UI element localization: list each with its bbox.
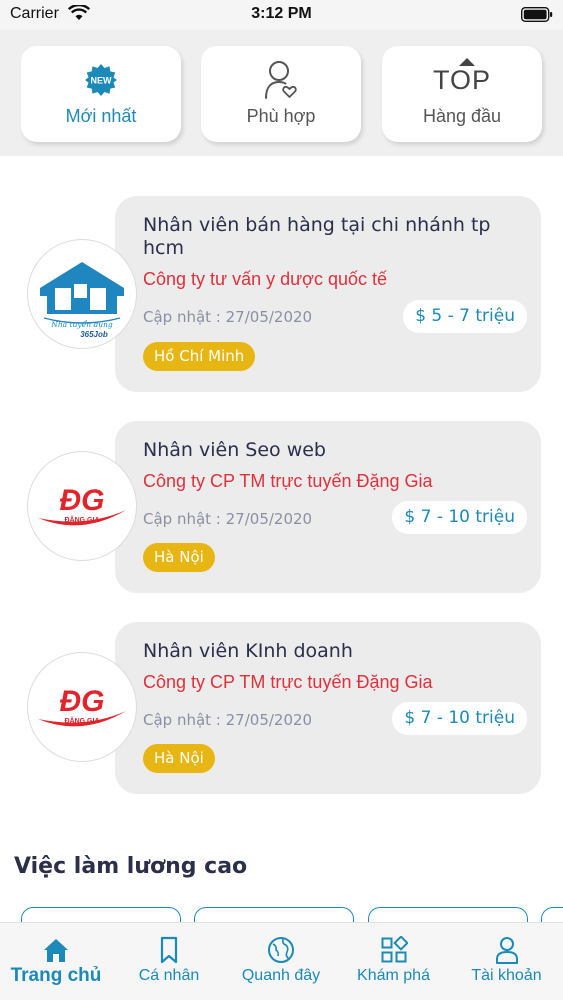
home-icon <box>44 939 68 962</box>
tab-home[interactable]: Trang chủ <box>0 923 112 1000</box>
house-logo-icon: Nhà tuyển dụng 365Job <box>40 262 124 339</box>
battery-icon <box>521 7 553 22</box>
job-company: Công ty CP TM trực tuyến Đặng Gia <box>143 471 433 491</box>
section-title-high-salary: Việc làm lương cao <box>14 854 248 879</box>
job-salary-badge: $ 5 - 7 triệu <box>403 300 527 333</box>
bookmark-icon <box>160 936 178 964</box>
svg-text:NEW: NEW <box>91 76 113 86</box>
job-company: Công ty tư vấn y dược quốc tế <box>143 269 388 289</box>
dg-logo-icon: ĐG ĐẶNG GIA <box>38 484 126 526</box>
job-card[interactable]: Nhân viên KInh doanh Công ty CP TM trực … <box>115 622 541 794</box>
job-title: Nhân viên Seo web <box>143 439 326 461</box>
job-salary-badge: $ 7 - 10 triệu <box>392 501 527 534</box>
job-location-badge: Hà Nội <box>143 744 215 773</box>
globe-icon <box>268 937 294 963</box>
grid-icon <box>381 936 408 963</box>
svg-text:ĐẶNG GIA: ĐẶNG GIA <box>65 716 100 725</box>
job-location-badge: Hà Nội <box>143 543 215 572</box>
job-location-badge: Hồ Chí Minh <box>143 342 256 371</box>
tab-nearby[interactable]: Quanh đây <box>225 923 337 1000</box>
tab-personal-label: Cá nhân <box>138 967 200 984</box>
company-logo: ĐG ĐẶNG GIA <box>27 652 137 762</box>
bottom-tab-bar: Trang chủ Cá nhân Quanh đây Khám phá Tài… <box>0 922 563 1000</box>
filter-newest-button[interactable]: NEW Mới nhất <box>21 46 181 142</box>
job-updated-date: Cập nhật : 27/05/2020 <box>143 711 313 729</box>
app-screen: Carrier 3:12 PM NEW Mới nhất Phù hợp TOP… <box>0 0 563 1000</box>
tab-home-label: Trang chủ <box>10 965 102 986</box>
job-salary-badge: $ 7 - 10 triệu <box>392 702 527 735</box>
job-title: Nhân viên bán hàng tại chi nhánh tp hcm <box>143 214 491 259</box>
svg-text:Nhà tuyển dụng: Nhà tuyển dụng <box>50 320 113 329</box>
svg-text:ĐG: ĐG <box>60 484 105 517</box>
job-updated-date: Cập nhật : 27/05/2020 <box>143 308 313 326</box>
filter-top-label: Hàng đầu <box>422 106 502 126</box>
status-bar: Carrier 3:12 PM <box>0 0 563 30</box>
new-badge-icon: NEW <box>85 64 117 96</box>
clock: 3:12 PM <box>251 5 312 22</box>
job-updated-date: Cập nhật : 27/05/2020 <box>143 510 313 528</box>
tab-explore-label: Khám phá <box>357 967 430 984</box>
company-logo: Nhà tuyển dụng 365Job <box>27 239 137 349</box>
filter-newest-label: Mới nhất <box>65 106 137 126</box>
filter-suitable-label: Phù hợp <box>246 106 316 126</box>
job-company: Công ty CP TM trực tuyến Đặng Gia <box>143 672 433 692</box>
company-logo: ĐG ĐẶNG GIA <box>27 451 137 561</box>
tab-personal[interactable]: Cá nhân <box>113 923 225 1000</box>
svg-text:ĐẶNG GIA: ĐẶNG GIA <box>65 515 100 524</box>
job-card[interactable]: Nhân viên bán hàng tại chi nhánh tp hcm … <box>115 196 541 392</box>
job-title: Nhân viên KInh doanh <box>143 640 353 662</box>
tab-account[interactable]: Tài khoản <box>450 923 563 1000</box>
filter-suitable-button[interactable]: Phù hợp <box>201 46 361 142</box>
user-icon <box>495 937 518 964</box>
filter-bar: NEW Mới nhất Phù hợp TOP Hàng đầu <box>0 30 563 156</box>
tab-nearby-label: Quanh đây <box>241 967 321 984</box>
job-card[interactable]: Nhân viên Seo web Công ty CP TM trực tuy… <box>115 421 541 593</box>
tab-explore[interactable]: Khám phá <box>337 923 450 1000</box>
svg-text:ĐG: ĐG <box>60 685 105 718</box>
filter-top-button[interactable]: TOP Hàng đầu <box>382 46 542 142</box>
dg-logo-icon: ĐG ĐẶNG GIA <box>38 685 126 727</box>
person-heart-icon <box>265 61 297 99</box>
svg-text:365Job: 365Job <box>80 330 108 339</box>
top-icon: TOP <box>433 57 491 96</box>
tab-account-label: Tài khoản <box>471 967 542 984</box>
